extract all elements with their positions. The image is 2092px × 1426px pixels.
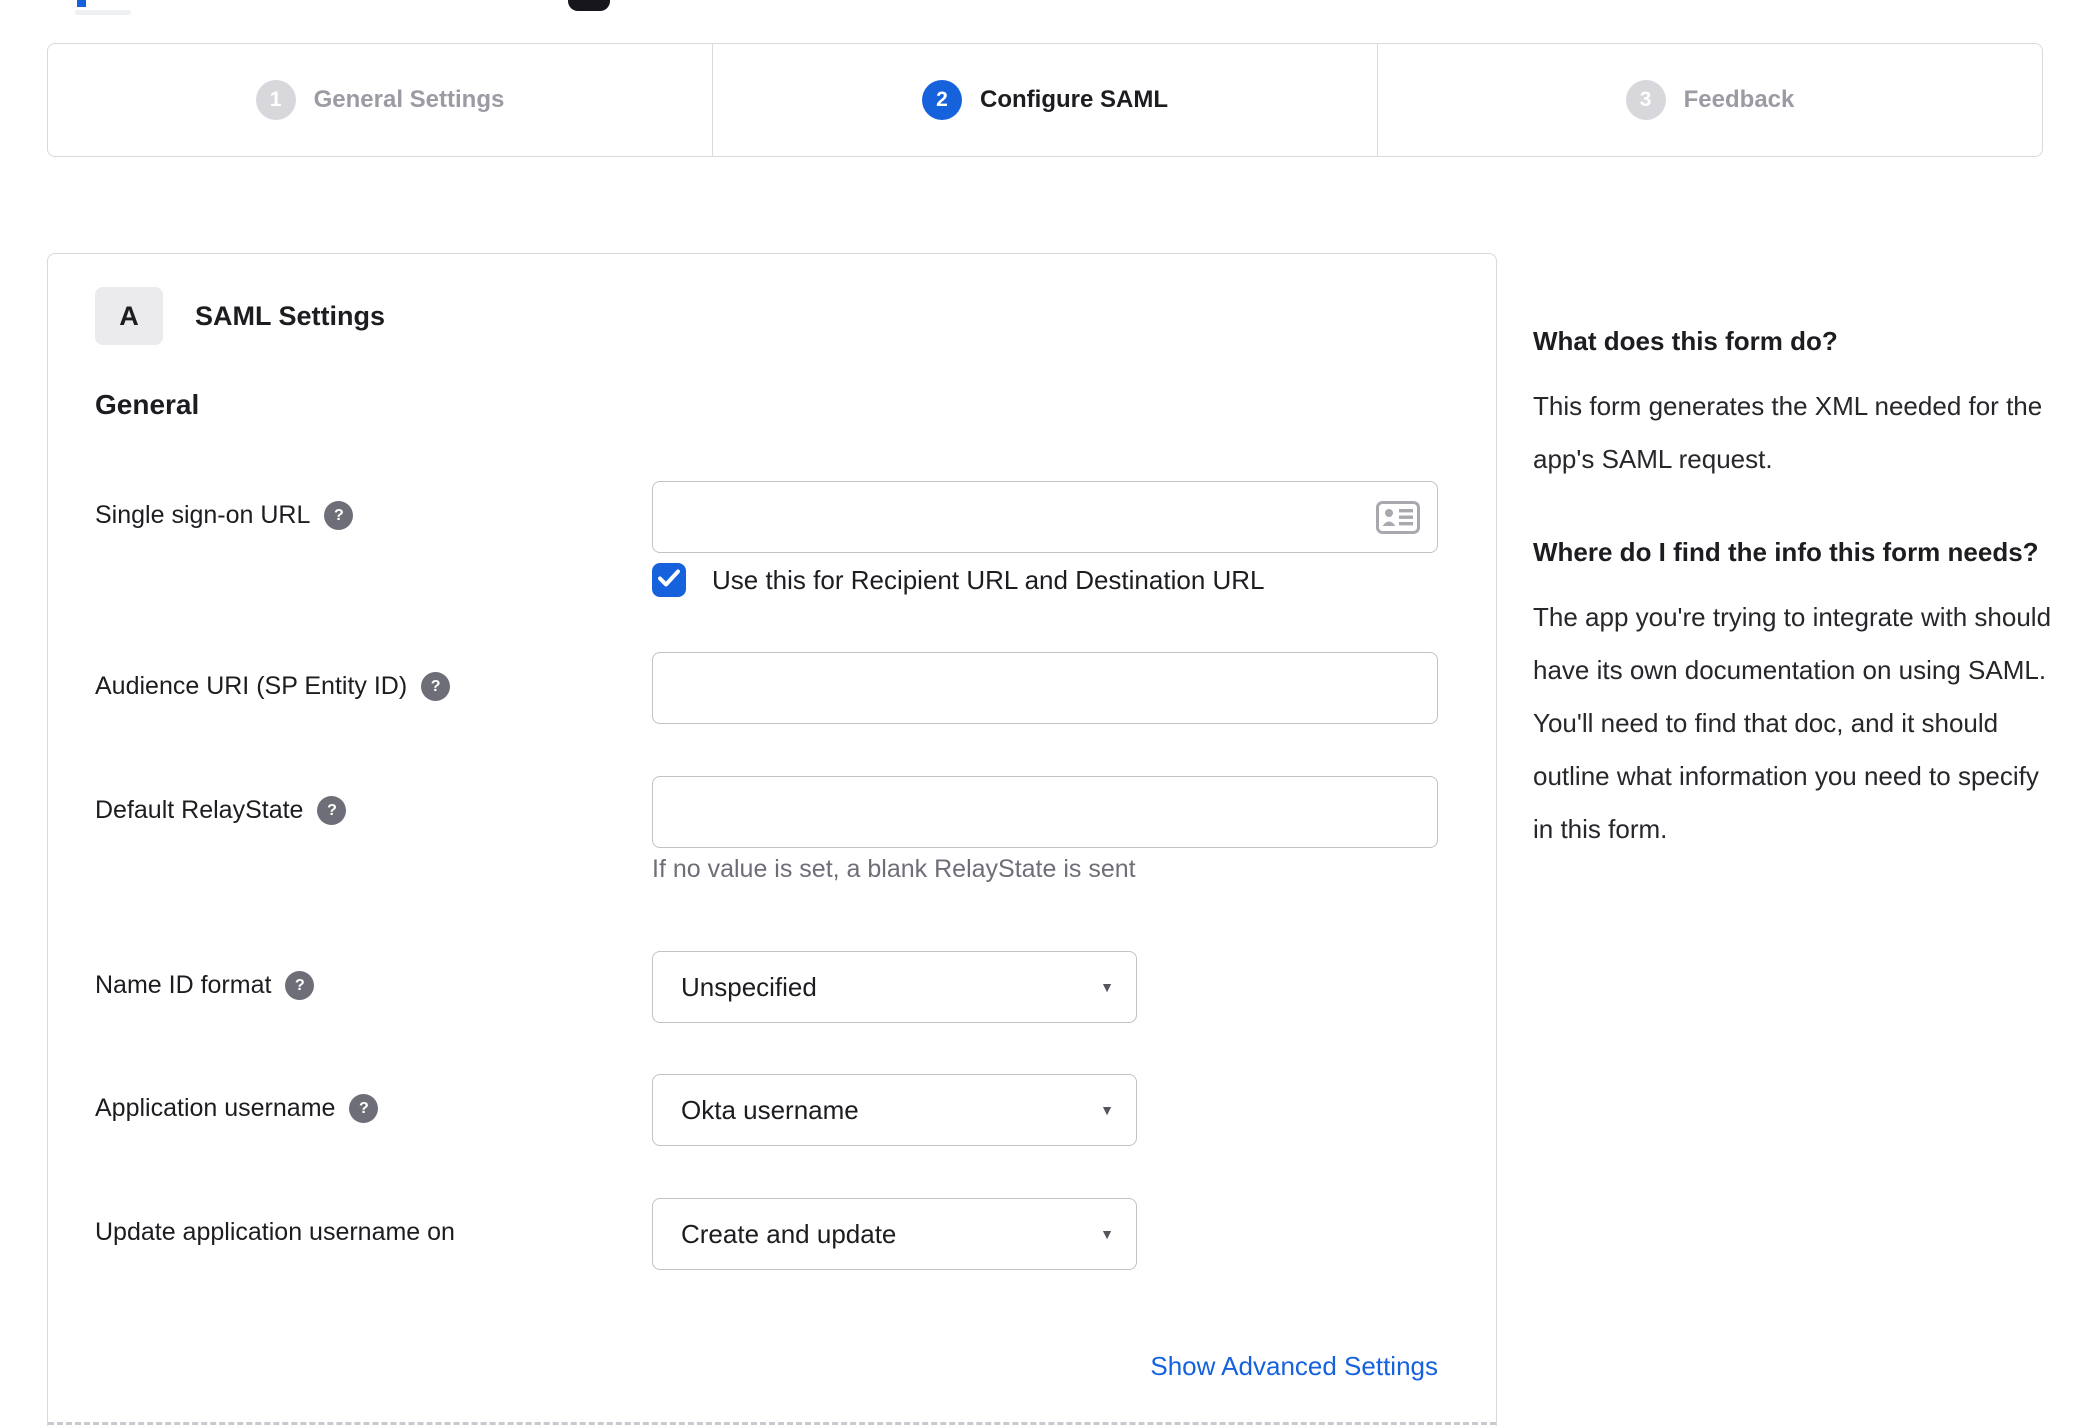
recipient-url-checkbox-label: Use this for Recipient URL and Destinati… — [712, 564, 1265, 595]
wizard-step-bar: 1 General Settings 2 Configure SAML 3 Fe… — [47, 43, 2043, 157]
help-question-1: What does this form do? — [1533, 326, 1838, 356]
step-label: Feedback — [1683, 86, 1795, 113]
application-username-row: Application username ? Okta username ▼ — [95, 1074, 1449, 1146]
clipped-header-fragment — [77, 0, 86, 7]
single-sign-on-url-input[interactable] — [652, 481, 1438, 553]
checkmark-icon — [658, 569, 680, 592]
clipped-header-fragment — [75, 10, 131, 15]
audience-uri-row: Audience URI (SP Entity ID) ? — [95, 652, 1449, 724]
clipped-header-fragment — [568, 0, 610, 11]
step-configure-saml[interactable]: 2 Configure SAML — [712, 44, 1377, 156]
step-feedback[interactable]: 3 Feedback — [1377, 44, 2042, 156]
help-icon[interactable]: ? — [317, 796, 347, 825]
recipient-url-checkbox-row[interactable]: Use this for Recipient URL and Destinati… — [652, 562, 1449, 598]
name-id-format-value: Unspecified — [681, 971, 817, 1002]
application-username-value: Okta username — [681, 1094, 859, 1125]
saml-settings-panel: A SAML Settings General Single sign-on U… — [47, 253, 1497, 1426]
help-question-2: Where do I find the info this form needs… — [1533, 537, 2039, 567]
chevron-down-icon: ▼ — [1100, 979, 1114, 995]
name-id-format-select[interactable]: Unspecified ▼ — [652, 951, 1137, 1023]
dashed-section-divider — [48, 1422, 1496, 1425]
audience-uri-input[interactable] — [652, 652, 1438, 724]
step-number-badge: 3 — [1625, 80, 1666, 120]
section-a-badge: A — [95, 287, 163, 345]
recipient-url-checkbox[interactable] — [652, 563, 686, 597]
audience-uri-label: Audience URI (SP Entity ID) — [95, 672, 408, 700]
contact-card-icon[interactable] — [1376, 501, 1420, 534]
step-label: Configure SAML — [980, 86, 1168, 113]
show-advanced-settings-link[interactable]: Show Advanced Settings — [1150, 1351, 1438, 1381]
help-sidebar: What does this form do? This form genera… — [1533, 253, 2058, 856]
update-application-username-label: Update application username on — [95, 1218, 455, 1246]
step-number-badge: 1 — [255, 80, 296, 120]
help-icon[interactable]: ? — [421, 672, 451, 701]
chevron-down-icon: ▼ — [1100, 1102, 1114, 1118]
update-application-username-select[interactable]: Create and update ▼ — [652, 1198, 1137, 1270]
application-username-select[interactable]: Okta username ▼ — [652, 1074, 1137, 1146]
default-relaystate-label: Default RelayState — [95, 796, 304, 824]
help-icon[interactable]: ? — [285, 971, 315, 1000]
update-application-username-row: Update application username on Create an… — [95, 1198, 1449, 1270]
section-header: A SAML Settings — [95, 287, 1449, 345]
single-sign-on-url-label: Single sign-on URL — [95, 501, 311, 529]
update-application-username-value: Create and update — [681, 1218, 897, 1249]
step-general-settings[interactable]: 1 General Settings — [48, 44, 712, 156]
default-relaystate-input[interactable] — [652, 776, 1438, 848]
single-sign-on-url-row: Single sign-on URL ? — [95, 481, 1449, 553]
default-relaystate-row: Default RelayState ? If no value is set,… — [95, 776, 1449, 884]
name-id-format-row: Name ID format ? Unspecified ▼ — [95, 951, 1449, 1023]
relaystate-hint: If no value is set, a blank RelayState i… — [652, 855, 1136, 883]
step-number-badge: 2 — [922, 80, 962, 120]
help-answer-2: The app you're trying to integrate with … — [1533, 602, 2052, 844]
application-username-label: Application username — [95, 1094, 336, 1122]
help-icon[interactable]: ? — [349, 1094, 379, 1123]
section-title: SAML Settings — [195, 300, 386, 331]
page: 1 General Settings 2 Configure SAML 3 Fe… — [0, 0, 2092, 1426]
step-label: General Settings — [313, 86, 505, 113]
name-id-format-label: Name ID format — [95, 971, 272, 999]
help-answer-1: This form generates the XML needed for t… — [1533, 391, 2043, 474]
help-icon[interactable]: ? — [324, 501, 354, 530]
advanced-settings-row: Show Advanced Settings — [652, 1351, 1438, 1382]
chevron-down-icon: ▼ — [1100, 1226, 1114, 1242]
general-heading: General — [95, 389, 200, 420]
